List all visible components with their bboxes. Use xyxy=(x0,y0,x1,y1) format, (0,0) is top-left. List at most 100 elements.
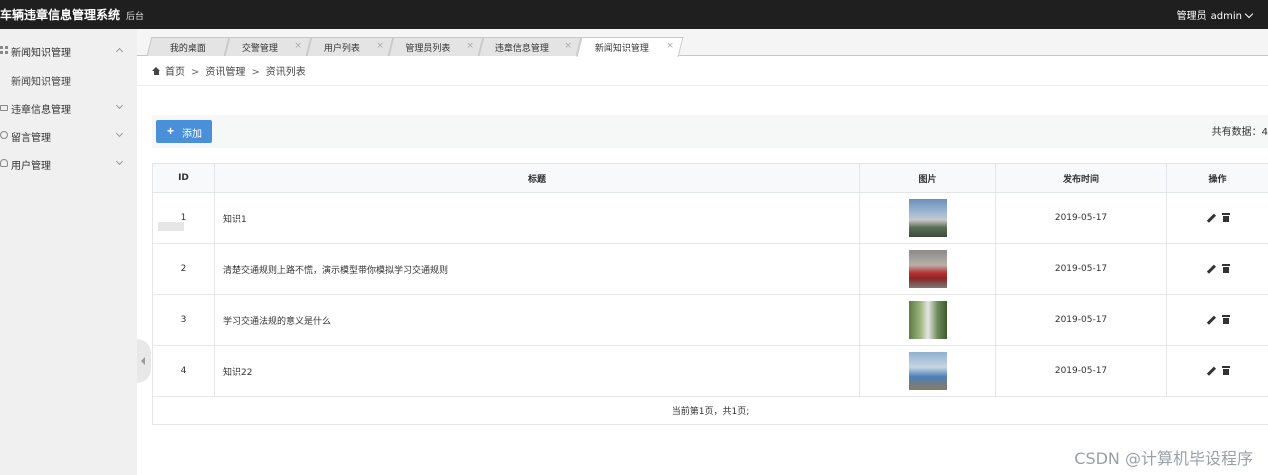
tab-label: 交警管理 xyxy=(241,44,278,54)
column-header-image: 图片 xyxy=(859,163,996,193)
thumbnail-image xyxy=(908,199,947,237)
row-image-cell xyxy=(859,192,996,244)
toolbar: + 添加 共有数据：4 xyxy=(152,115,1268,148)
app-root: 车辆违章信息管理系统 后台 管理员 admin 新闻知识管理 新闻知识管理 违章信… xyxy=(0,0,1268,475)
breadcrumb: 首页 > 资讯管理 > 资讯列表 xyxy=(152,63,306,78)
thumbnail-image xyxy=(908,301,947,339)
row-date: 2019-05-17 xyxy=(995,294,1167,346)
app-title: 车辆违章信息管理系统 xyxy=(0,8,121,22)
home-icon xyxy=(152,67,161,75)
sidebar-subitem-label: 新闻知识管理 xyxy=(11,77,71,88)
thumbnail-image xyxy=(908,250,947,288)
row-date: 2019-05-17 xyxy=(995,243,1167,295)
chevron-down-icon xyxy=(115,157,124,166)
row-id: 3 xyxy=(152,294,215,346)
close-icon[interactable]: × xyxy=(294,41,302,51)
sidebar: 新闻知识管理 新闻知识管理 违章信息管理 留言管理 用户管理 xyxy=(0,29,137,475)
sidebar-subitem-news[interactable]: 新闻知识管理 xyxy=(0,65,137,93)
trash-icon[interactable] xyxy=(1221,315,1230,325)
column-header-title: 标题 xyxy=(214,163,860,193)
row-actions xyxy=(1166,345,1268,397)
total-count: 共有数据：4 xyxy=(1211,127,1268,138)
user-menu[interactable]: 管理员 admin xyxy=(1176,7,1254,22)
row-title: 知识22 xyxy=(214,345,860,397)
edit-icon[interactable] xyxy=(1206,213,1216,223)
row-image-cell xyxy=(859,243,996,295)
table-row: 1 知识1 2019-05-17 xyxy=(152,192,1268,244)
trash-icon[interactable] xyxy=(1221,366,1230,376)
tab-user-list[interactable]: 用户列表 × xyxy=(306,37,394,56)
close-icon[interactable]: × xyxy=(466,41,474,51)
chevron-up-icon xyxy=(115,47,124,56)
sidebar-item-messages[interactable]: 留言管理 xyxy=(0,121,137,149)
row-id: 2 xyxy=(152,243,215,295)
row-actions xyxy=(1166,243,1268,295)
row-image-cell xyxy=(859,345,996,397)
breadcrumb-level1[interactable]: 资讯管理 xyxy=(205,67,245,78)
edit-icon[interactable] xyxy=(1206,315,1216,325)
top-header: 车辆违章信息管理系统 后台 管理员 admin xyxy=(0,0,1268,29)
table-row: 3 学习交通法规的意义是什么 2019-05-17 xyxy=(152,294,1268,346)
row-date: 2019-05-17 xyxy=(995,192,1167,244)
row-actions xyxy=(1166,294,1268,346)
row-title: 学习交通法规的意义是什么 xyxy=(214,294,860,346)
sidebar-item-label: 留言管理 xyxy=(11,133,51,144)
sidebar-item-news[interactable]: 新闻知识管理 xyxy=(0,36,137,64)
close-icon[interactable]: × xyxy=(376,41,384,51)
sidebar-item-label: 违章信息管理 xyxy=(11,105,71,116)
tab-desktop[interactable]: 我的桌面 xyxy=(146,37,230,56)
breadcrumb-home[interactable]: 首页 xyxy=(165,67,185,78)
tab-label: 管理员列表 xyxy=(405,44,451,54)
lock-icon xyxy=(0,105,8,111)
message-icon xyxy=(0,131,8,139)
pager-text: 当前第1页，共1页; xyxy=(152,396,1268,425)
tab-label: 新闻知识管理 xyxy=(594,44,649,54)
user-role: 管理员 xyxy=(1176,11,1207,22)
table-row: 4 知识22 2019-05-17 xyxy=(152,345,1268,397)
watermark: CSDN @计算机毕设程序 xyxy=(1074,449,1253,468)
user-name: admin xyxy=(1210,11,1242,22)
column-header-id: ID xyxy=(152,163,215,193)
edit-icon[interactable] xyxy=(1206,366,1216,376)
breadcrumb-separator: > xyxy=(191,67,200,78)
row-id: 4 xyxy=(152,345,215,397)
trash-icon[interactable] xyxy=(1221,264,1230,274)
row-title: 知识1 xyxy=(214,192,860,244)
chevron-down-icon xyxy=(1244,9,1254,19)
tab-violation[interactable]: 违章信息管理 × xyxy=(478,37,582,56)
tab-label: 用户列表 xyxy=(323,44,360,54)
sidebar-item-violation[interactable]: 违章信息管理 xyxy=(0,93,137,121)
edit-icon[interactable] xyxy=(1206,264,1216,274)
row-id: 1 xyxy=(152,192,215,244)
row-date: 2019-05-17 xyxy=(995,345,1167,397)
column-header-actions: 操作 xyxy=(1166,163,1268,193)
sidebar-item-label: 用户管理 xyxy=(11,161,51,172)
chevron-down-icon xyxy=(115,101,124,110)
table-header-row: ID 标题 图片 发布时间 操作 xyxy=(152,163,1268,193)
sidebar-collapse-handle[interactable] xyxy=(137,339,151,383)
thumbnail-image xyxy=(908,352,947,390)
divider xyxy=(137,85,1268,86)
tab-police[interactable]: 交警管理 × xyxy=(224,37,312,56)
add-button[interactable]: + 添加 xyxy=(156,120,212,143)
chevron-down-icon xyxy=(115,129,124,138)
tab-label: 违章信息管理 xyxy=(494,44,549,54)
close-icon[interactable]: × xyxy=(666,41,674,51)
trash-icon[interactable] xyxy=(1221,213,1230,223)
tab-bar: 我的桌面 交警管理 × 用户列表 × 管理员列表 × 违章信息管理 × 新闻知识管理 × xyxy=(137,29,1268,57)
sidebar-item-users[interactable]: 用户管理 xyxy=(0,149,137,177)
close-icon[interactable]: × xyxy=(564,41,572,51)
news-table: ID 标题 图片 发布时间 操作 1 知识1 2019-05-17 2 清楚交通… xyxy=(152,163,1268,425)
add-button-label: 添加 xyxy=(182,129,202,140)
tab-admin-list[interactable]: 管理员列表 × xyxy=(388,37,484,56)
row-actions xyxy=(1166,192,1268,244)
column-header-date: 发布时间 xyxy=(995,163,1167,193)
sidebar-item-label: 新闻知识管理 xyxy=(11,48,71,59)
breadcrumb-level2: 资讯列表 xyxy=(265,67,306,78)
chevron-left-icon xyxy=(141,357,145,365)
breadcrumb-separator: > xyxy=(251,67,260,78)
user-icon xyxy=(0,159,8,167)
tab-news[interactable]: 新闻知识管理 × xyxy=(576,37,684,57)
app-subtitle: 后台 xyxy=(126,12,145,22)
tab-label: 我的桌面 xyxy=(169,44,206,54)
